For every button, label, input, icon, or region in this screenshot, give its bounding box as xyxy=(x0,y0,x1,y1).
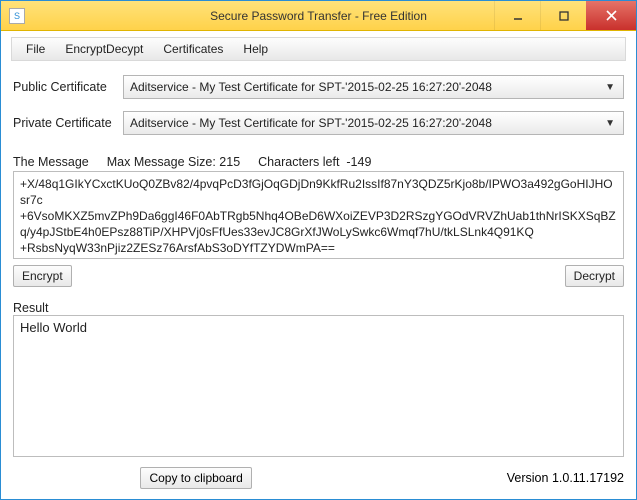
menu-help[interactable]: Help xyxy=(235,40,276,58)
window-title: Secure Password Transfer - Free Edition xyxy=(210,9,427,23)
maximize-button[interactable] xyxy=(540,1,586,30)
content-area: Public Certificate Aditservice - My Test… xyxy=(1,61,636,461)
encrypt-button[interactable]: Encrypt xyxy=(13,265,72,287)
version-label: Version 1.0.11.17192 xyxy=(507,471,624,485)
chars-left-label: Characters left -149 xyxy=(258,155,371,169)
private-cert-dropdown[interactable]: Aditservice - My Test Certificate for SP… xyxy=(123,111,624,135)
decrypt-button[interactable]: Decrypt xyxy=(565,265,624,287)
public-cert-value: Aditservice - My Test Certificate for SP… xyxy=(130,80,492,94)
menu-certificates[interactable]: Certificates xyxy=(155,40,231,58)
chevron-down-icon: ▼ xyxy=(605,82,615,93)
message-textarea[interactable]: +X/48q1GIkYCxctKUoQ0ZBv82/4pvqPcD3fGjOqG… xyxy=(13,171,624,259)
copy-to-clipboard-button[interactable]: Copy to clipboard xyxy=(140,467,251,489)
close-button[interactable] xyxy=(586,1,636,30)
encrypt-decrypt-row: Encrypt Decrypt xyxy=(13,265,624,287)
app-window: S Secure Password Transfer - Free Editio… xyxy=(0,0,637,500)
public-cert-dropdown[interactable]: Aditservice - My Test Certificate for SP… xyxy=(123,75,624,99)
public-cert-row: Public Certificate Aditservice - My Test… xyxy=(13,75,624,99)
public-cert-label: Public Certificate xyxy=(13,80,123,94)
menu-encryptdecrypt[interactable]: EncryptDecypt xyxy=(57,40,151,58)
private-cert-row: Private Certificate Aditservice - My Tes… xyxy=(13,111,624,135)
window-controls xyxy=(494,1,636,30)
private-cert-value: Aditservice - My Test Certificate for SP… xyxy=(130,116,492,130)
minimize-button[interactable] xyxy=(494,1,540,30)
footer: Copy to clipboard Version 1.0.11.17192 xyxy=(1,461,636,499)
result-textbox[interactable]: Hello World xyxy=(13,315,624,457)
title-bar: S Secure Password Transfer - Free Editio… xyxy=(1,1,636,31)
message-label: The Message xyxy=(13,155,89,169)
menu-file[interactable]: File xyxy=(18,40,53,58)
private-cert-label: Private Certificate xyxy=(13,116,123,130)
result-label: Result xyxy=(13,301,624,315)
message-header: The Message Max Message Size: 215 Charac… xyxy=(13,155,624,169)
app-icon: S xyxy=(9,8,25,24)
chevron-down-icon: ▼ xyxy=(605,118,615,129)
menu-bar: File EncryptDecypt Certificates Help xyxy=(11,37,626,61)
max-size-label: Max Message Size: 215 xyxy=(107,155,240,169)
